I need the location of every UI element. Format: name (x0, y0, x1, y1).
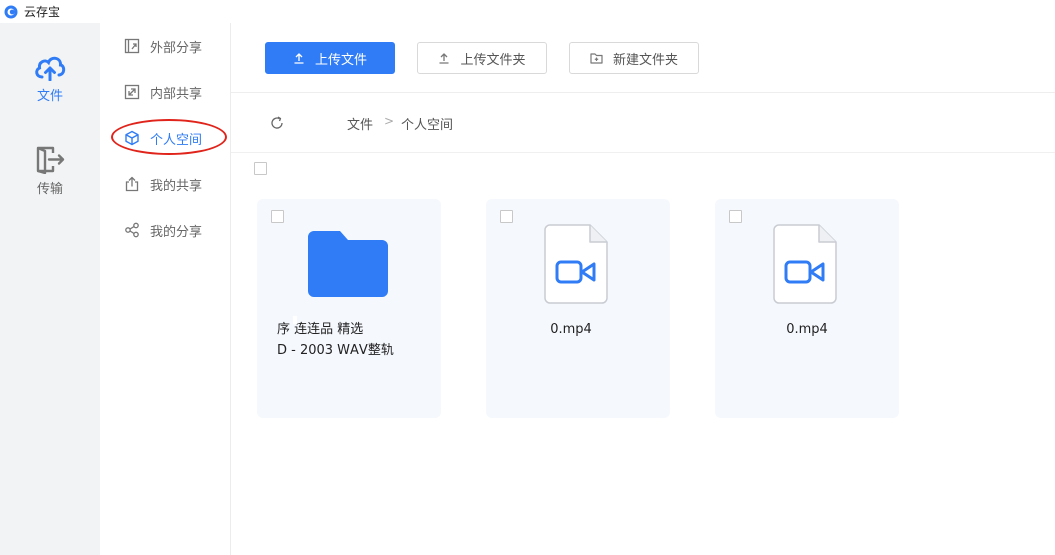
sidebar-item-label: 外部分享 (150, 40, 203, 56)
upload-icon (439, 53, 449, 64)
cube-icon (125, 130, 139, 146)
file-checkbox[interactable] (729, 210, 742, 223)
file-checkbox[interactable] (271, 210, 284, 223)
sidebar-item-label: 我的分享 (150, 224, 203, 240)
nav-transfer-label: 传输 (36, 182, 63, 197)
upload-icon (294, 53, 304, 64)
primary-sidebar: 文件 传输 (0, 23, 100, 555)
breadcrumb: 文件 > 个人空间 (231, 93, 1055, 153)
sidebar-item-internal-share[interactable]: 内部共享 (124, 80, 202, 104)
sidebar-item-label: 个人空间 (150, 132, 203, 148)
sidebar-item-external-share[interactable]: 外部分享 (124, 34, 202, 58)
nav-files[interactable]: 文件 (0, 53, 100, 104)
video-file-icon (773, 224, 837, 304)
upload-file-label: 上传文件 (314, 52, 367, 68)
select-all-checkbox[interactable] (254, 162, 267, 175)
transfer-icon (36, 146, 65, 174)
app-title: 云存宝 (24, 5, 61, 19)
upload-file-button[interactable]: 上传文件 (265, 42, 395, 74)
upload-share-icon (125, 176, 139, 192)
share-nodes-icon (125, 222, 139, 238)
sidebar-item-label: 内部共享 (150, 86, 203, 102)
file-name: 0.mp4 (786, 322, 828, 337)
nav-files-label: 文件 (36, 89, 63, 104)
breadcrumb-current: 个人空间 (401, 118, 454, 133)
file-name-line1: 序 连连品 精选 (277, 322, 364, 337)
sidebar-item-personal-space[interactable]: 个人空间 (124, 126, 202, 150)
main-content: 上传文件 上传文件夹 新建文件夹 文件 > 个人空间 序 连连品 精选 D - … (231, 23, 1055, 555)
app-logo-icon (4, 5, 18, 18)
file-checkbox[interactable] (500, 210, 513, 223)
nav-transfer[interactable]: 传输 (0, 144, 100, 197)
title-bar: 云存宝 (0, 0, 1055, 23)
new-folder-button[interactable]: 新建文件夹 (569, 42, 699, 74)
file-name: 0.mp4 (550, 322, 592, 337)
file-card-folder[interactable]: 序 连连品 精选 D - 2003 WАV整轨 (257, 199, 441, 418)
file-card-video[interactable]: 0.mp4 (486, 199, 670, 418)
sidebar-item-label: 我的共享 (150, 178, 203, 194)
new-folder-label: 新建文件夹 (612, 52, 678, 68)
folder-icon (308, 231, 388, 297)
upload-folder-label: 上传文件夹 (460, 52, 526, 68)
file-card-video[interactable]: 0.mp4 (715, 199, 899, 418)
toolbar: 上传文件 上传文件夹 新建文件夹 (231, 23, 1055, 93)
breadcrumb-root[interactable]: 文件 (347, 114, 373, 133)
secondary-sidebar: 外部分享 内部共享 个人空间 我的共享 我的分享 (100, 23, 231, 555)
breadcrumb-separator: > (384, 114, 395, 128)
cloud-icon (35, 56, 66, 81)
new-folder-icon (590, 53, 603, 64)
sidebar-item-my-shares[interactable]: 我的分享 (124, 218, 202, 242)
video-file-icon (544, 224, 608, 304)
upload-folder-button[interactable]: 上传文件夹 (417, 42, 547, 74)
external-share-icon (124, 38, 140, 54)
internal-share-icon (124, 84, 140, 100)
sidebar-item-my-shared[interactable]: 我的共享 (124, 172, 202, 196)
file-name: 序 连连品 精选 D - 2003 WАV整轨 (277, 319, 427, 361)
refresh-icon[interactable] (269, 115, 285, 131)
file-name-line2: D - 2003 WАV整轨 (277, 343, 394, 358)
redaction-mask (293, 316, 297, 324)
